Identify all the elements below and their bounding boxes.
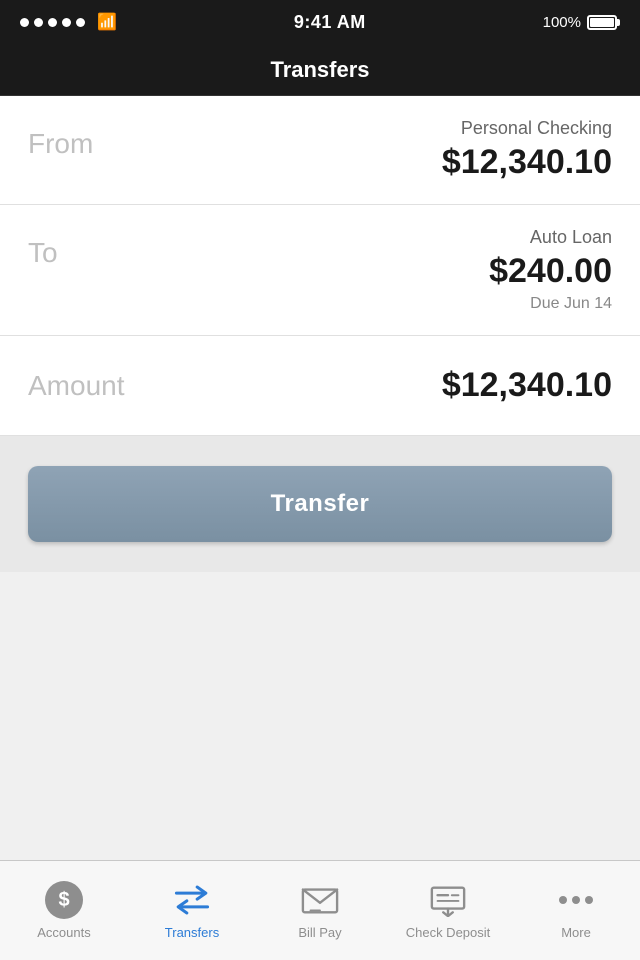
to-value-container: Auto Loan $240.00 Due Jun 14 — [489, 227, 612, 313]
wifi-icon: 📶 — [97, 12, 117, 32]
status-bar: 📶 9:41 AM 100% — [0, 0, 640, 44]
amount-row[interactable]: Amount $12,340.10 — [0, 336, 640, 436]
nav-bar: Transfers — [0, 44, 640, 96]
to-due: Due Jun 14 — [530, 295, 612, 313]
signal-dots — [20, 18, 85, 27]
to-label: To — [28, 227, 58, 269]
status-left: 📶 — [20, 12, 117, 32]
tab-billpay-label: Bill Pay — [298, 925, 341, 940]
button-section: Transfer — [0, 436, 640, 572]
tab-checkdeposit-label: Check Deposit — [406, 925, 491, 940]
from-account-name: Personal Checking — [461, 118, 612, 139]
tab-bar: $ Accounts Transfers — [0, 860, 640, 960]
checkdeposit-icon — [429, 881, 467, 919]
to-row[interactable]: To Auto Loan $240.00 Due Jun 14 — [0, 205, 640, 336]
from-label: From — [28, 118, 93, 160]
amount-value: $12,340.10 — [442, 366, 612, 405]
tab-billpay[interactable]: Bill Pay — [256, 861, 384, 960]
from-amount: $12,340.10 — [442, 143, 612, 182]
tab-checkdeposit[interactable]: Check Deposit — [384, 861, 512, 960]
more-icon — [557, 881, 595, 919]
battery-percent: 100% — [543, 14, 581, 31]
from-value-container: Personal Checking $12,340.10 — [442, 118, 612, 182]
accounts-icon: $ — [45, 881, 83, 919]
tab-transfers[interactable]: Transfers — [128, 861, 256, 960]
transfer-button[interactable]: Transfer — [28, 466, 612, 542]
battery-icon — [587, 15, 620, 30]
tab-more[interactable]: More — [512, 861, 640, 960]
to-account-name: Auto Loan — [530, 227, 612, 248]
to-amount: $240.00 — [489, 252, 612, 291]
status-time: 9:41 AM — [294, 12, 366, 33]
tab-accounts-label: Accounts — [37, 925, 90, 940]
tab-more-label: More — [561, 925, 591, 940]
page-title: Transfers — [270, 57, 369, 83]
tab-accounts[interactable]: $ Accounts — [0, 861, 128, 960]
tab-transfers-label: Transfers — [165, 925, 219, 940]
status-right: 100% — [543, 14, 620, 31]
billpay-icon — [301, 881, 339, 919]
transfers-icon — [173, 881, 211, 919]
amount-label: Amount — [28, 370, 125, 402]
from-row[interactable]: From Personal Checking $12,340.10 — [0, 96, 640, 205]
